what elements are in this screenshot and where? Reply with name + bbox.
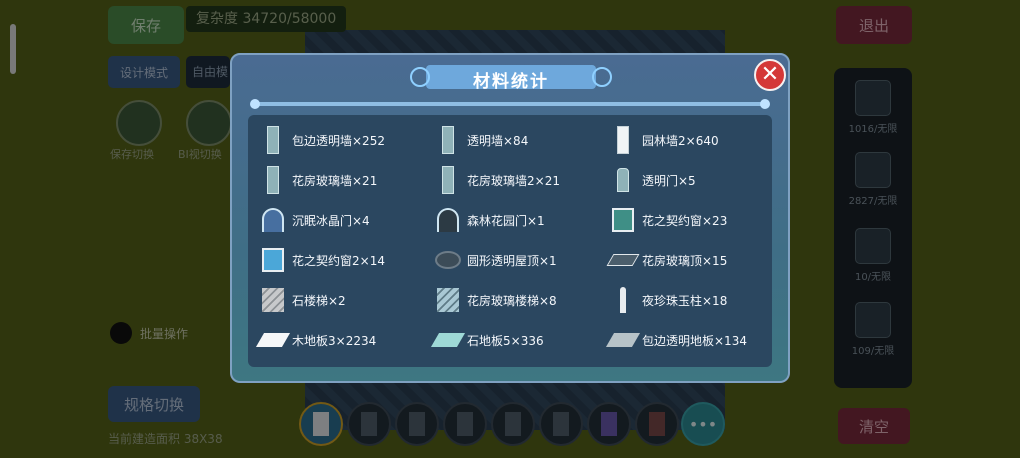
floor-icon xyxy=(430,326,466,354)
list-item: 石地板5×336 xyxy=(430,323,544,357)
material-label: 石楼梯×2 xyxy=(292,293,346,308)
material-label: 夜珍珠玉柱×18 xyxy=(642,293,728,308)
list-item: 透明墙×84 xyxy=(435,123,528,157)
list-item: 木地板3×2234 xyxy=(255,323,377,357)
list-item: 圆形透明屋顶×1 xyxy=(435,243,557,277)
material-label: 花房玻璃墙2×21 xyxy=(467,173,560,188)
list-item: 花之契约窗×23 xyxy=(610,203,727,237)
material-label: 包边透明地板×134 xyxy=(642,333,747,348)
roof-icon xyxy=(606,246,640,274)
list-item: 包边透明地板×134 xyxy=(605,323,747,357)
round-roof-icon xyxy=(435,246,461,274)
material-label: 圆形透明屋顶×1 xyxy=(467,253,557,268)
glass-wall-icon xyxy=(435,126,461,154)
material-label: 花房玻璃墙×21 xyxy=(292,173,378,188)
window-icon xyxy=(610,206,636,234)
material-label: 花之契约窗2×14 xyxy=(292,253,385,268)
material-list: 包边透明墙×252 透明墙×84 园林墙2×640 花房玻璃墙×21 花房玻璃墙… xyxy=(248,115,772,367)
door-icon xyxy=(610,166,636,194)
material-label: 包边透明墙×252 xyxy=(292,133,385,148)
list-item: 园林墙2×640 xyxy=(610,123,719,157)
glass-wall-icon xyxy=(260,166,286,194)
material-label: 园林墙2×640 xyxy=(642,133,719,148)
material-label: 透明墙×84 xyxy=(467,133,529,148)
material-label: 石地板5×336 xyxy=(467,333,544,348)
floor-icon xyxy=(605,326,641,354)
divider xyxy=(250,99,770,109)
close-button[interactable]: ✕ xyxy=(754,59,786,91)
list-item: 花房玻璃墙×21 xyxy=(260,163,377,197)
floor-icon xyxy=(255,326,291,354)
list-item: 花房玻璃楼梯×8 xyxy=(435,283,557,317)
list-item: 包边透明墙×252 xyxy=(260,123,385,157)
list-item: 森林花园门×1 xyxy=(435,203,545,237)
material-label: 沉眠冰晶门×4 xyxy=(292,213,370,228)
list-item: 透明门×5 xyxy=(610,163,696,197)
material-label: 木地板3×2234 xyxy=(292,333,377,348)
list-item: 花房玻璃顶×15 xyxy=(606,243,728,277)
material-label: 花房玻璃顶×15 xyxy=(642,253,728,268)
list-item: 花之契约窗2×14 xyxy=(260,243,385,277)
title-plate: 材料统计 xyxy=(408,61,614,93)
stairs-icon xyxy=(260,286,286,314)
glass-wall-icon xyxy=(435,166,461,194)
material-label: 花房玻璃楼梯×8 xyxy=(467,293,557,308)
arch-door-icon xyxy=(260,206,286,234)
material-label: 森林花园门×1 xyxy=(467,213,545,228)
list-item: 花房玻璃墙2×21 xyxy=(435,163,560,197)
pillar-icon xyxy=(610,286,636,314)
list-item: 夜珍珠玉柱×18 xyxy=(610,283,727,317)
arch-door-icon xyxy=(435,206,461,234)
window-icon xyxy=(260,246,286,274)
material-label: 透明门×5 xyxy=(642,173,696,188)
material-label: 花之契约窗×23 xyxy=(642,213,728,228)
material-stats-dialog: 材料统计 ✕ 包边透明墙×252 透明墙×84 园林墙2×640 花房玻璃墙×2… xyxy=(230,53,790,383)
dialog-title: 材料统计 xyxy=(473,72,549,92)
glass-wall-icon xyxy=(260,126,286,154)
list-item: 沉眠冰晶门×4 xyxy=(260,203,370,237)
white-wall-icon xyxy=(610,126,636,154)
stairs-icon xyxy=(435,286,461,314)
list-item: 石楼梯×2 xyxy=(260,283,346,317)
